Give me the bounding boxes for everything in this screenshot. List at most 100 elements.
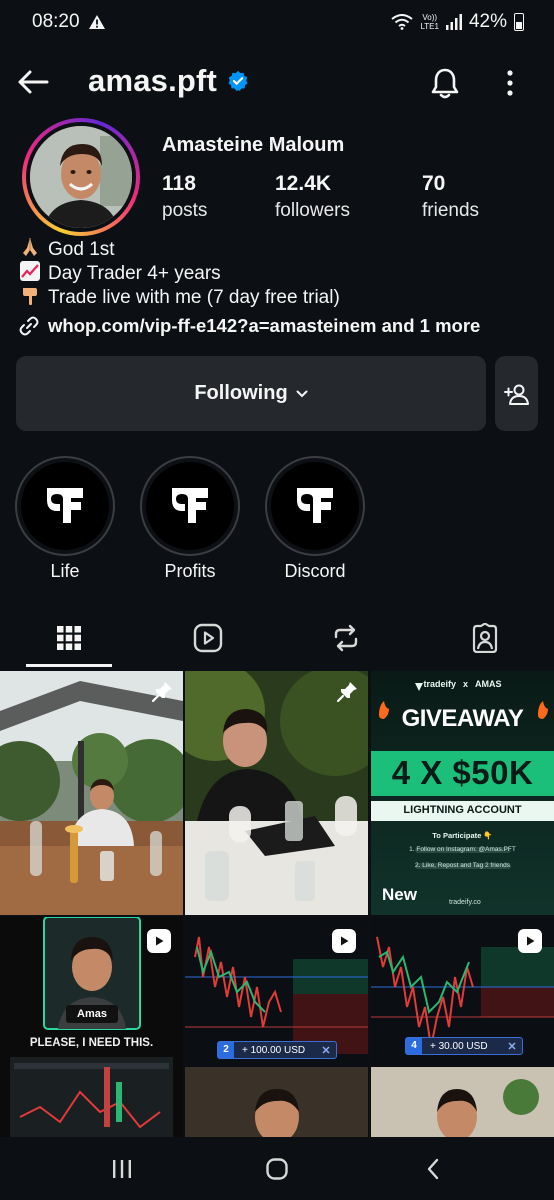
posts-grid: tradeify x AMAS GIVEAWAY 4 X $50K LIGHTN… [0, 671, 554, 1137]
promo-partner: AMAS [475, 679, 502, 689]
bio-line: Day Trader 4+ years [18, 260, 480, 286]
friends-count: 70 [422, 172, 446, 195]
following-button[interactable]: Following [16, 356, 486, 431]
bio: God 1st Day Trader 4+ years Trade live w… [18, 237, 480, 338]
posts-label: posts [162, 200, 208, 221]
bio-line: God 1st [18, 237, 480, 262]
play-icon [527, 936, 535, 946]
reel-badge [147, 929, 171, 953]
notifications-button[interactable] [425, 63, 465, 103]
highlight-label: Life [50, 561, 80, 581]
grid-icon [57, 626, 81, 650]
friends-label: friends [422, 200, 480, 221]
highlight-cover [271, 462, 359, 550]
new-badge: New [382, 885, 417, 904]
posts-count: 118 [162, 172, 196, 195]
post-thumbnail [0, 671, 183, 915]
highlight-life[interactable]: Life [15, 456, 115, 582]
highlight-discord[interactable]: Discord [265, 456, 365, 582]
battery-percent: 42% [468, 11, 507, 32]
pointing-down-icon [18, 284, 42, 313]
signal-icon [445, 14, 462, 30]
close-icon [508, 1042, 516, 1050]
grid-reel[interactable]: 2 + 100.00 USD [185, 917, 368, 1137]
followers-count: 12.4K [275, 172, 332, 195]
pin-icon [151, 682, 172, 703]
recent-apps-button[interactable] [97, 1151, 147, 1187]
reel-caption: PLEASE, I NEED THIS. [29, 1037, 154, 1049]
arrow-left-icon [18, 70, 49, 94]
chevron-left-icon [427, 1158, 439, 1180]
tab-posts[interactable] [9, 614, 129, 662]
bio-text-2: Day Trader 4+ years [48, 263, 221, 284]
tab-tagged[interactable] [425, 614, 545, 662]
profile-tabs [0, 608, 554, 668]
system-nav-bar [0, 1137, 554, 1200]
home-button[interactable] [252, 1151, 302, 1187]
play-icon [156, 936, 164, 946]
highlight-label: Profits [164, 561, 216, 581]
grid-reel[interactable]: 4 + 30.00 USD [371, 917, 554, 1137]
suggested-users-button[interactable] [495, 356, 538, 431]
highlight-cover [146, 462, 234, 550]
grid-reel[interactable]: Amas PLEASE, I NEED THIS. [0, 917, 183, 1137]
pf-logo-icon [172, 488, 208, 523]
bio-link[interactable]: whop.com/vip-ff-e142?a=amasteinem and 1 … [18, 314, 480, 338]
order-number: 4 [406, 1038, 422, 1054]
order-tag: 2 + 100.00 USD [217, 1041, 337, 1059]
story-ring[interactable] [22, 118, 140, 236]
repost-icon [334, 624, 358, 652]
profile-header: amas.pft [0, 55, 554, 109]
following-label: Following [194, 382, 288, 404]
back-button[interactable] [14, 63, 52, 101]
promo-subtitle: LIGHTNING ACCOUNT [403, 804, 522, 816]
reel-badge [518, 929, 542, 953]
display-name: Amasteine Maloum [162, 134, 345, 156]
avatar [30, 126, 132, 228]
more-vertical-icon [507, 70, 513, 96]
promo-url: tradeify.co [449, 899, 481, 906]
bell-icon [431, 68, 459, 99]
promo-times: x [463, 679, 469, 689]
pin-icon [336, 682, 357, 703]
wifi-icon [391, 14, 414, 30]
volte-indicator: Vo)) LTE1 [420, 13, 439, 31]
active-tab-indicator [26, 664, 112, 667]
play-icon [341, 936, 349, 946]
order-value: + 30.00 USD [430, 1040, 488, 1052]
order-tag: 4 + 30.00 USD [405, 1037, 523, 1055]
grid-post-giveaway[interactable]: tradeify x AMAS GIVEAWAY 4 X $50K LIGHTN… [371, 671, 554, 915]
status-time-group: 08:20 [32, 11, 106, 33]
page-title: amas.pft [88, 63, 249, 99]
grid-post[interactable] [185, 671, 368, 915]
battery-icon [514, 13, 524, 31]
promo-brand: tradeify [423, 679, 456, 689]
avatar-portrait [30, 126, 132, 228]
highlight-profits[interactable]: Profits [140, 456, 240, 582]
order-number: 2 [218, 1042, 234, 1058]
warning-icon [88, 15, 105, 29]
volte-top: Vo)) [422, 13, 438, 22]
post-thumbnail [185, 671, 368, 915]
tagged-person-icon [472, 623, 498, 653]
link-icon [19, 316, 39, 336]
tab-reposts[interactable] [286, 614, 406, 662]
pf-logo-icon [297, 488, 333, 523]
more-options-button[interactable] [496, 63, 524, 103]
add-person-icon [503, 384, 529, 405]
reels-icon [193, 623, 223, 653]
tab-reels[interactable] [148, 614, 268, 662]
home-icon [266, 1158, 288, 1180]
posts-stat[interactable]: 118 posts [162, 172, 207, 222]
grid-post[interactable] [0, 671, 183, 915]
order-value: + 100.00 USD [242, 1044, 306, 1056]
friends-stat[interactable]: 70 friends [422, 172, 479, 222]
highlight-cover [21, 462, 109, 550]
followers-stat[interactable]: 12.4K followers [275, 172, 350, 222]
promo-brand-row: tradeify x AMAS [371, 679, 554, 689]
followers-label: followers [275, 200, 350, 221]
status-bar: 08:20 Vo)) LTE1 42% [0, 0, 554, 44]
recent-apps-icon [113, 1160, 131, 1178]
status-time: 08:20 [32, 11, 80, 32]
back-nav-button[interactable] [408, 1151, 458, 1187]
